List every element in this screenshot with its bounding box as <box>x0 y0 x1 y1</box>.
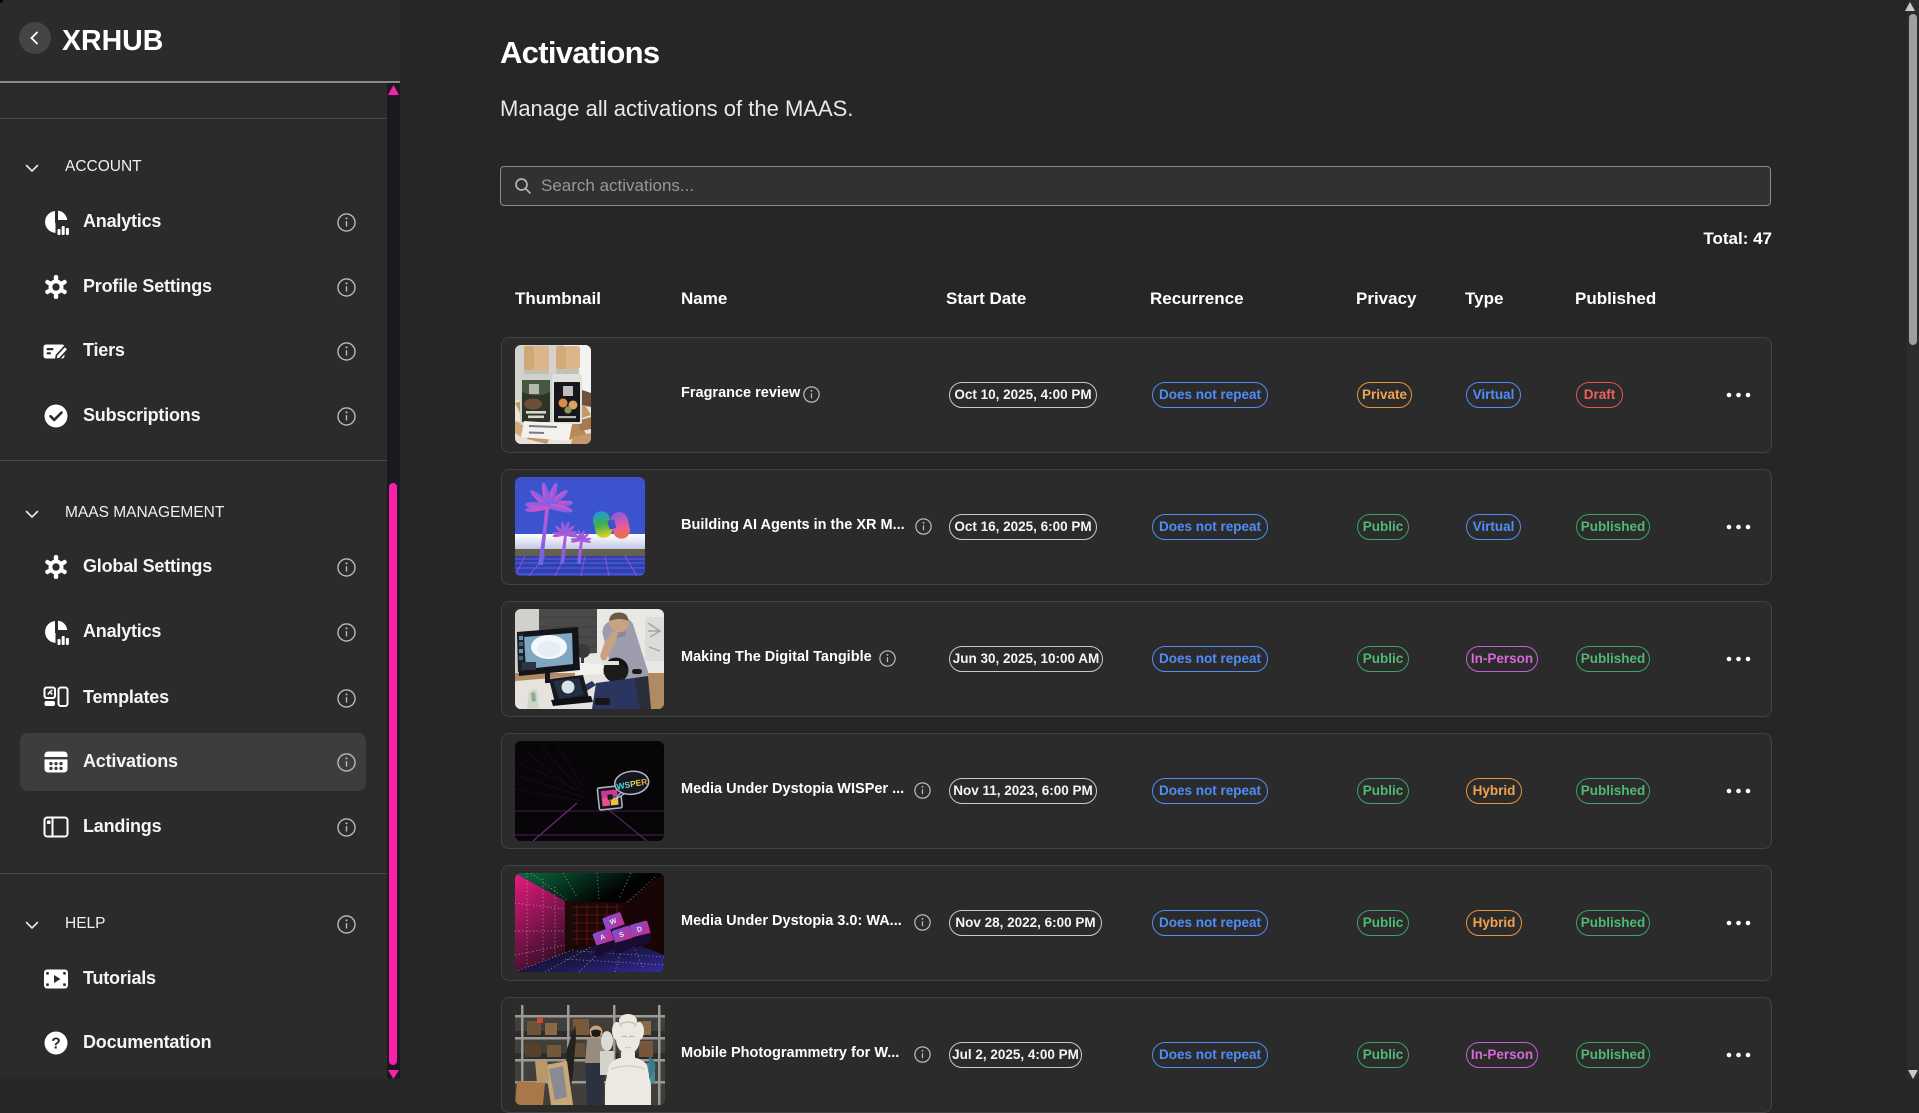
svg-text:?: ? <box>51 1035 60 1052</box>
